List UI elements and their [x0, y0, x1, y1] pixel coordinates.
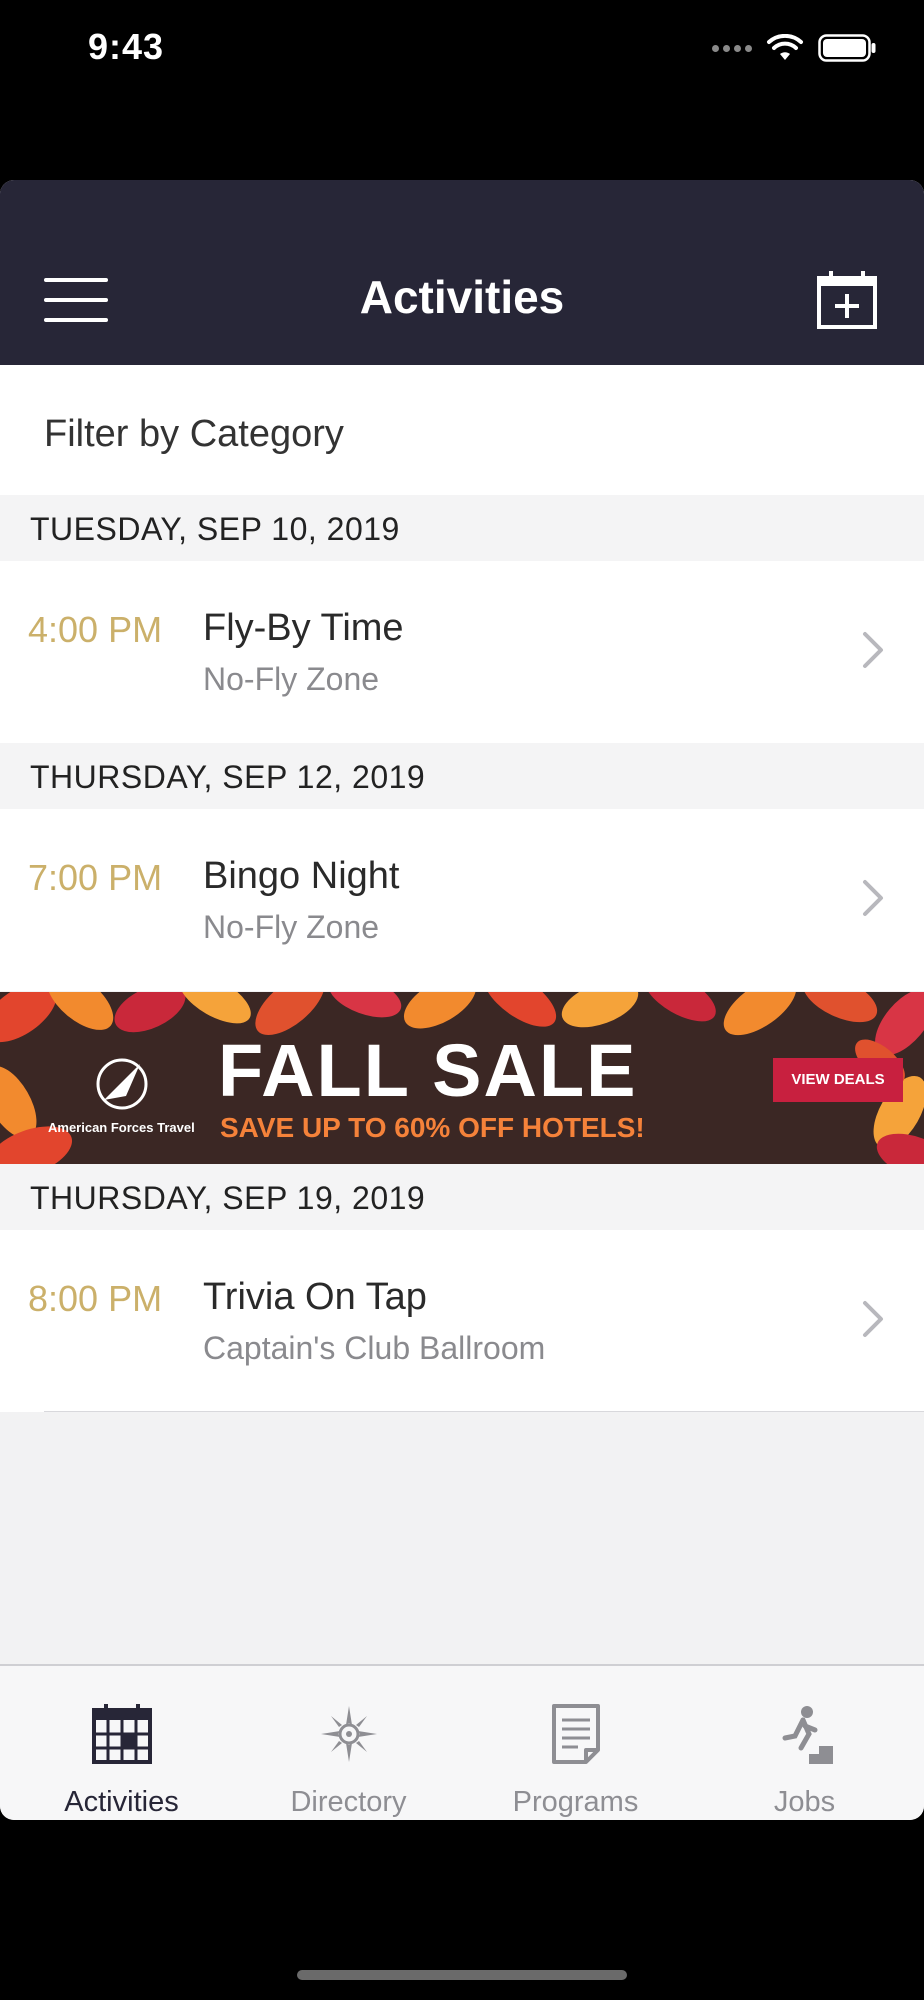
section-date: TUESDAY, SEP 10, 2019 — [30, 511, 400, 547]
wifi-icon — [767, 34, 803, 60]
event-time: 7:00 PM — [28, 857, 163, 898]
section-header: THURSDAY, SEP 19, 2019 — [0, 1164, 924, 1230]
tab-bar: Activities Directory Programs Jobs — [0, 1664, 924, 1820]
ad-banner[interactable]: American Forces Travel FALL SALE SAVE UP… — [0, 992, 924, 1164]
list-divider — [44, 1411, 924, 1412]
tab-jobs[interactable]: Jobs — [689, 1666, 920, 1820]
event-time: 8:00 PM — [28, 1278, 163, 1319]
view-deals-button[interactable]: VIEW DEALS — [773, 1058, 903, 1102]
cellular-signal-icon — [712, 44, 752, 52]
page-title: Activities — [359, 271, 565, 323]
section-date: THURSDAY, SEP 19, 2019 — [30, 1180, 426, 1216]
ad-headline: FALL SALE — [218, 1029, 638, 1112]
compass-star-icon — [320, 1706, 377, 1762]
battery-icon — [818, 34, 876, 62]
tab-label: Directory — [290, 1786, 407, 1818]
event-time: 4:00 PM — [28, 609, 163, 650]
event-title: Trivia On Tap — [203, 1276, 427, 1318]
event-location: Captain's Club Ballroom — [203, 1330, 546, 1366]
ad-brand: American Forces Travel — [48, 1120, 195, 1135]
event-title: Fly-By Time — [203, 607, 404, 649]
tab-label: Programs — [512, 1786, 639, 1818]
status-time: 9:43 — [88, 26, 165, 67]
chevron-right-icon — [863, 880, 883, 916]
tab-label: Activities — [64, 1786, 179, 1818]
status-bar: 9:43 — [0, 0, 924, 110]
event-row[interactable]: 8:00 PM Trivia On Tap Captain's Club Bal… — [0, 1230, 924, 1412]
section-header: THURSDAY, SEP 12, 2019 — [0, 743, 924, 809]
chevron-right-icon — [863, 1301, 883, 1337]
home-indicator — [297, 1970, 627, 1980]
section-header: TUESDAY, SEP 10, 2019 — [0, 495, 924, 561]
tab-directory[interactable]: Directory — [233, 1666, 464, 1820]
event-title: Bingo Night — [203, 855, 400, 897]
section-date: THURSDAY, SEP 12, 2019 — [30, 759, 426, 795]
add-to-calendar-icon[interactable] — [816, 270, 878, 330]
tab-programs[interactable]: Programs — [460, 1666, 691, 1820]
event-row[interactable]: 7:00 PM Bingo Night No-Fly Zone — [0, 809, 924, 991]
event-location: No-Fly Zone — [203, 661, 380, 697]
ad-subline: SAVE UP TO 60% OFF HOTELS! — [220, 1112, 645, 1143]
tab-activities[interactable]: Activities — [6, 1666, 237, 1820]
calendar-grid-icon — [91, 1704, 152, 1764]
document-icon — [551, 1704, 600, 1764]
event-location: No-Fly Zone — [203, 909, 380, 945]
tab-label: Jobs — [773, 1786, 836, 1818]
app-screen: Activities Filter by Category TUESDAY, S… — [0, 180, 924, 1820]
navigation-bar: Activities — [0, 180, 924, 365]
chevron-right-icon — [863, 632, 883, 668]
event-row[interactable]: 4:00 PM Fly-By Time No-Fly Zone — [0, 561, 924, 743]
filter-label: Filter by Category — [44, 413, 344, 455]
filter-by-category-row[interactable]: Filter by Category — [0, 365, 924, 495]
status-icons — [712, 34, 876, 62]
runner-stairs-icon — [782, 1706, 833, 1764]
